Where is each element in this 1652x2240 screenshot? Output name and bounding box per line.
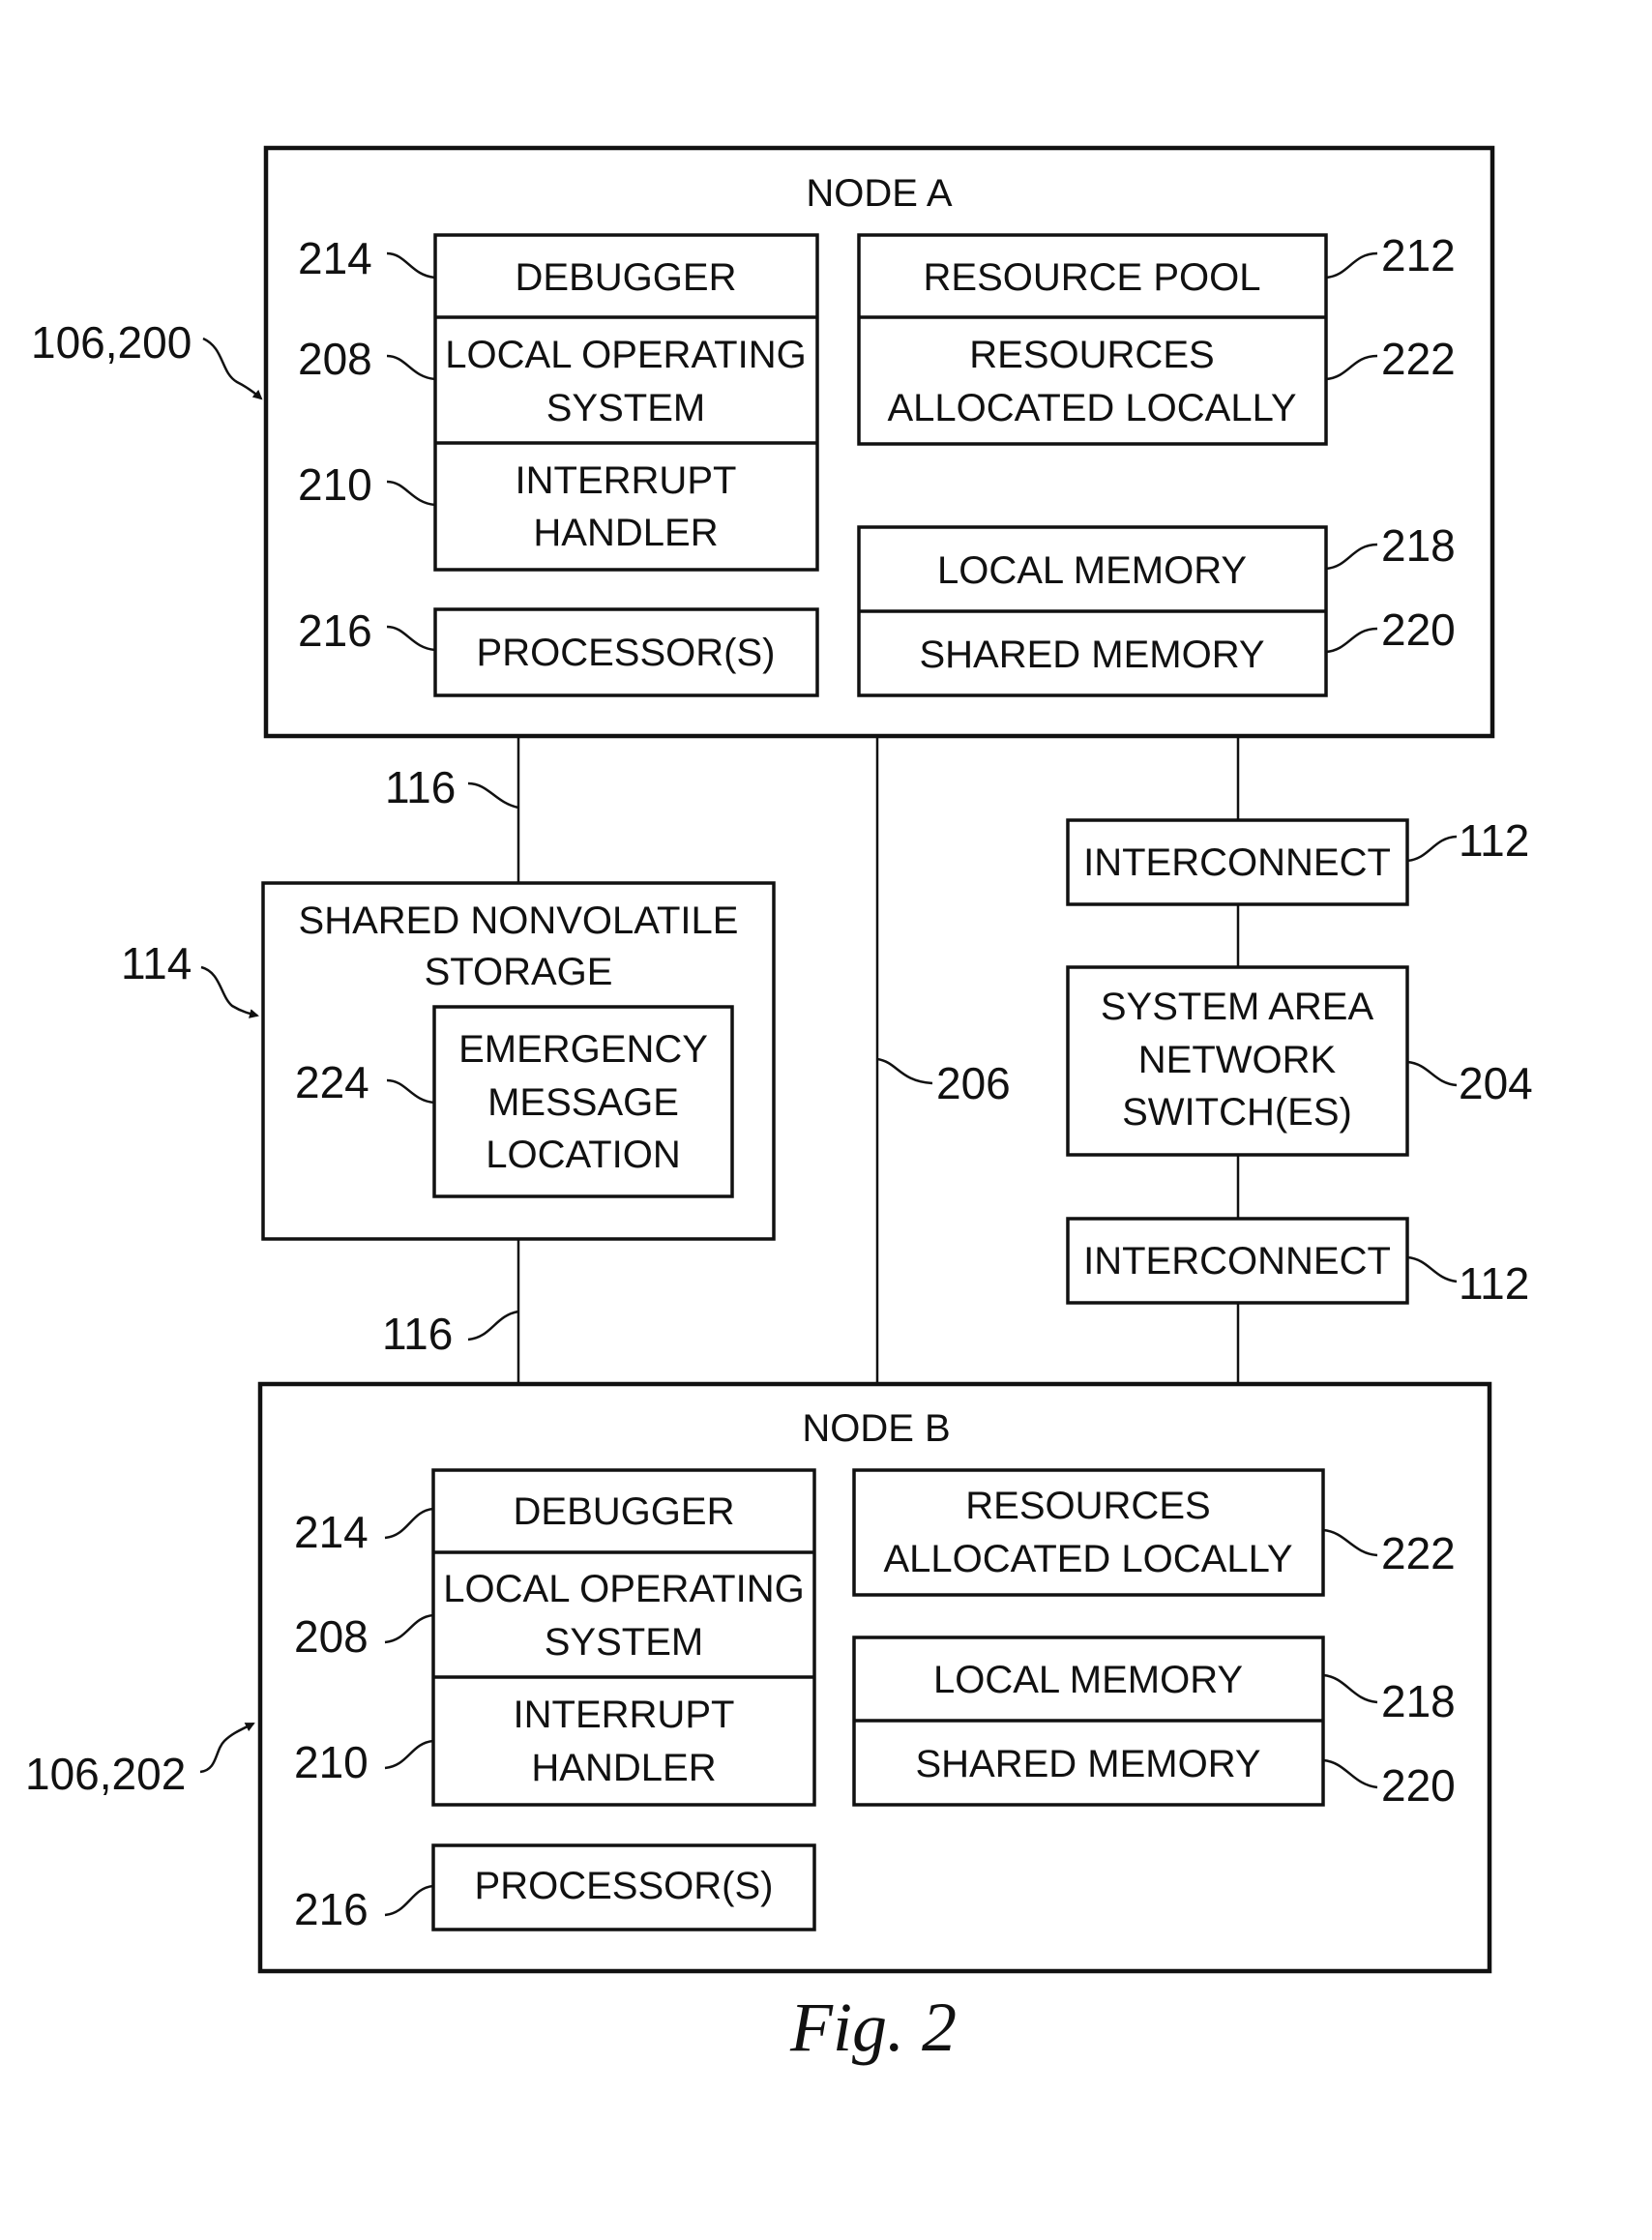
interconnect-top-label: INTERCONNECT bbox=[1083, 841, 1391, 884]
node-b-resources-line2: ALLOCATED LOCALLY bbox=[883, 1538, 1292, 1580]
node-b-ref-222: 222 bbox=[1381, 1528, 1456, 1578]
node-a-resource-pool: RESOURCE POOL bbox=[924, 256, 1261, 299]
node-b-ref-arrow bbox=[199, 1722, 255, 1774]
node-a-ref: 106,200 bbox=[31, 317, 192, 368]
emergency-line3: LOCATION bbox=[486, 1134, 681, 1176]
node-b-interrupt-line2: HANDLER bbox=[531, 1747, 716, 1789]
storage-ref-arrow bbox=[200, 965, 259, 1018]
storage-label-line2: STORAGE bbox=[425, 951, 613, 993]
node-b-ref-220: 220 bbox=[1381, 1760, 1456, 1811]
node-a-os-line1: LOCAL OPERATING bbox=[445, 334, 806, 376]
node-a-resources-line1: RESOURCES bbox=[969, 334, 1214, 376]
node-a-os-line2: SYSTEM bbox=[546, 387, 705, 429]
node-a-local-memory: LOCAL MEMORY bbox=[937, 549, 1247, 592]
storage-ref-224: 224 bbox=[295, 1057, 369, 1107]
node-a-interrupt-line1: INTERRUPT bbox=[516, 459, 737, 502]
node-b-ref-208: 208 bbox=[294, 1611, 369, 1662]
storage-label-line1: SHARED NONVOLATILE bbox=[299, 899, 739, 942]
node-a-ref-210: 210 bbox=[298, 459, 372, 510]
node-a-ref-212: 212 bbox=[1381, 230, 1456, 280]
ref-116-top: 116 bbox=[385, 762, 456, 812]
figure-caption: Fig. 2 bbox=[789, 1989, 957, 2066]
emergency-line1: EMERGENCY bbox=[458, 1028, 708, 1071]
node-b-local-memory: LOCAL MEMORY bbox=[933, 1659, 1243, 1701]
node-b-resources-line1: RESOURCES bbox=[965, 1485, 1210, 1527]
node-a-interrupt-line2: HANDLER bbox=[533, 512, 718, 554]
node-a-ref-216: 216 bbox=[298, 605, 372, 656]
san-switch-line2: NETWORK bbox=[1138, 1039, 1337, 1081]
node-b-interrupt-line1: INTERRUPT bbox=[514, 1694, 735, 1736]
leader bbox=[467, 1310, 519, 1341]
san-switch-line3: SWITCH(ES) bbox=[1122, 1091, 1352, 1134]
node-b-ref-216: 216 bbox=[294, 1884, 369, 1934]
node-b-os-line2: SYSTEM bbox=[545, 1621, 703, 1664]
leader bbox=[467, 781, 519, 810]
shared-nonvolatile-storage: SHARED NONVOLATILE STORAGE EMERGENCY MES… bbox=[121, 881, 776, 1241]
node-b-processor-label: PROCESSOR(S) bbox=[475, 1865, 774, 1907]
interconnect-bottom-label: INTERCONNECT bbox=[1083, 1240, 1391, 1282]
node-a-ref-214: 214 bbox=[298, 233, 372, 283]
leader bbox=[1406, 1255, 1458, 1283]
ref-116-bottom: 116 bbox=[382, 1309, 453, 1359]
interconnect-top-ref: 112 bbox=[1459, 815, 1529, 866]
interconnect-bottom-ref: 112 bbox=[1459, 1258, 1529, 1309]
node-b: NODE B 106,202 DEBUGGER LOCAL OPERATING … bbox=[25, 1381, 1492, 1974]
node-a: NODE A 106,200 DEBUGGER LOCAL OPERATING … bbox=[31, 145, 1495, 739]
node-a-ref-arrow bbox=[202, 337, 263, 400]
node-b-ref: 106,202 bbox=[25, 1749, 186, 1799]
node-b-ref-214: 214 bbox=[294, 1507, 369, 1557]
storage-ref-114: 114 bbox=[121, 938, 192, 988]
leader bbox=[1406, 835, 1458, 863]
node-a-ref-220: 220 bbox=[1381, 604, 1456, 655]
node-b-os-line1: LOCAL OPERATING bbox=[443, 1568, 804, 1610]
san-switch-ref: 204 bbox=[1459, 1058, 1533, 1108]
node-b-ref-218: 218 bbox=[1381, 1676, 1456, 1726]
node-a-debugger: DEBUGGER bbox=[516, 256, 737, 299]
network-path: INTERCONNECT 112 SYSTEM AREA NETWORK SWI… bbox=[1066, 815, 1533, 1309]
node-b-ref-210: 210 bbox=[294, 1737, 369, 1787]
system-diagram: NODE A 106,200 DEBUGGER LOCAL OPERATING … bbox=[25, 145, 1533, 2066]
leader bbox=[876, 1057, 933, 1085]
node-a-ref-218: 218 bbox=[1381, 520, 1456, 571]
node-a-processor-label: PROCESSOR(S) bbox=[477, 632, 776, 674]
node-b-debugger: DEBUGGER bbox=[514, 1490, 735, 1533]
node-a-ref-222: 222 bbox=[1381, 334, 1456, 384]
leader bbox=[1406, 1060, 1458, 1087]
node-b-shared-memory: SHARED MEMORY bbox=[915, 1743, 1260, 1785]
node-a-title: NODE A bbox=[806, 172, 952, 215]
node-a-shared-memory: SHARED MEMORY bbox=[919, 634, 1264, 676]
ref-206: 206 bbox=[936, 1058, 1011, 1108]
emergency-line2: MESSAGE bbox=[487, 1081, 679, 1124]
node-a-resources-line2: ALLOCATED LOCALLY bbox=[887, 387, 1296, 429]
san-switch-line1: SYSTEM AREA bbox=[1101, 986, 1374, 1028]
node-b-title: NODE B bbox=[802, 1407, 950, 1450]
node-a-ref-208: 208 bbox=[298, 334, 372, 384]
